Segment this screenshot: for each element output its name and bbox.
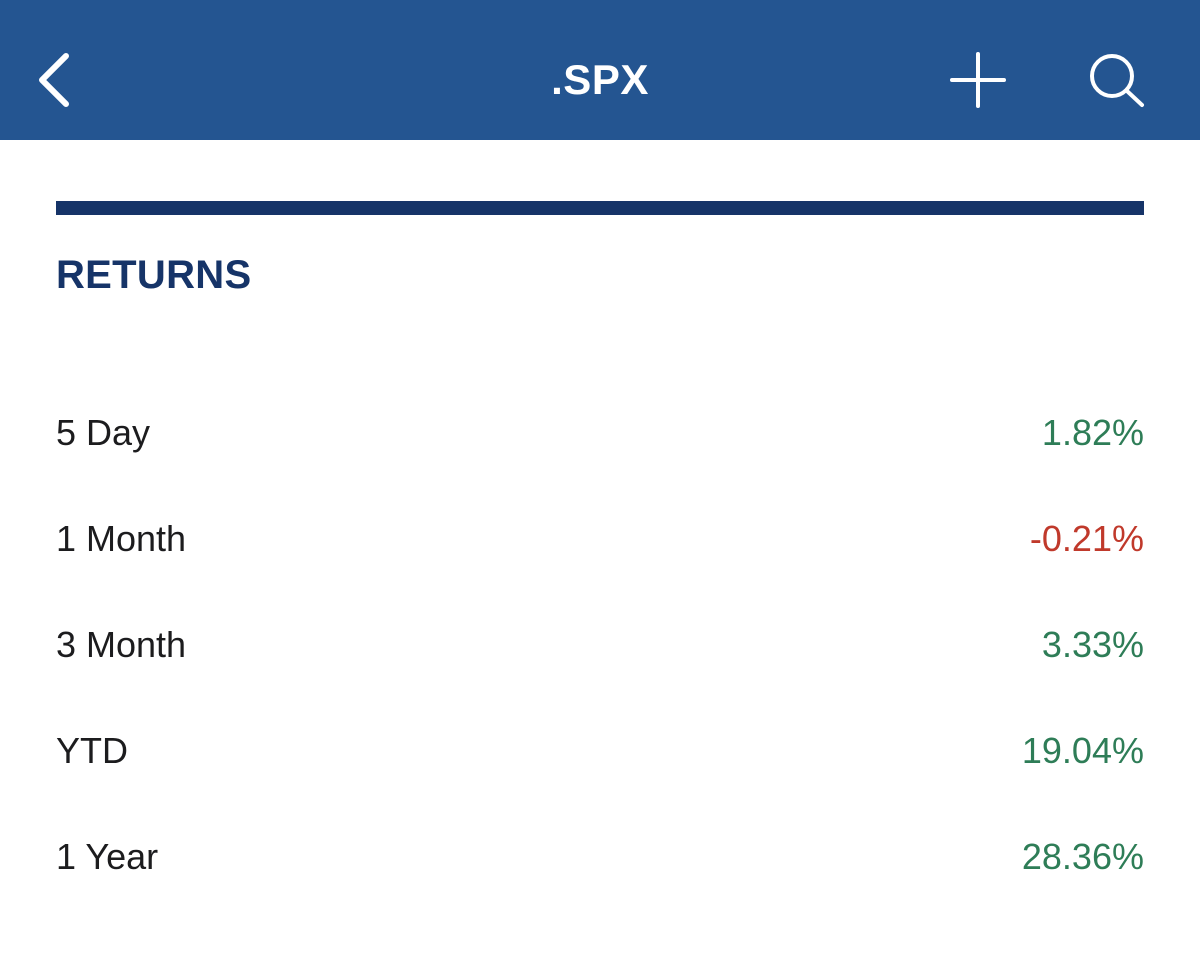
plus-icon (950, 52, 1006, 108)
returns-row-5-day: 5 Day 1.82% (56, 380, 1144, 486)
search-button[interactable] (1082, 48, 1152, 112)
add-to-watchlist-button[interactable] (944, 48, 1012, 112)
row-label: YTD (56, 730, 128, 771)
returns-row-ytd: YTD 19.04% (56, 698, 1144, 804)
row-label: 1 Month (56, 518, 187, 559)
top-nav-bar: .SPX (0, 0, 1200, 140)
row-value: 1.82% (1041, 412, 1144, 453)
returns-row-1-year: 1 Year 28.36% (56, 804, 1144, 910)
row-value: 19.04% (1021, 730, 1144, 771)
returns-row-1-month: 1 Month -0.21% (56, 486, 1144, 592)
section-divider (56, 201, 1144, 215)
row-value: 3.33% (1041, 624, 1144, 665)
page-title: .SPX (551, 56, 649, 103)
section-title: RETURNS (56, 253, 252, 297)
chevron-left-icon (39, 53, 69, 107)
row-label: 1 Year (56, 836, 159, 877)
row-label: 5 Day (56, 412, 151, 453)
row-value: -0.21% (1029, 518, 1144, 559)
back-button[interactable] (30, 48, 80, 112)
returns-row-3-month: 3 Month 3.33% (56, 592, 1144, 698)
row-label: 3 Month (56, 624, 187, 665)
search-icon (1090, 54, 1144, 107)
returns-list: 5 Day 1.82% 1 Month -0.21% 3 Month 3.33%… (56, 380, 1144, 910)
row-value: 28.36% (1021, 836, 1144, 877)
